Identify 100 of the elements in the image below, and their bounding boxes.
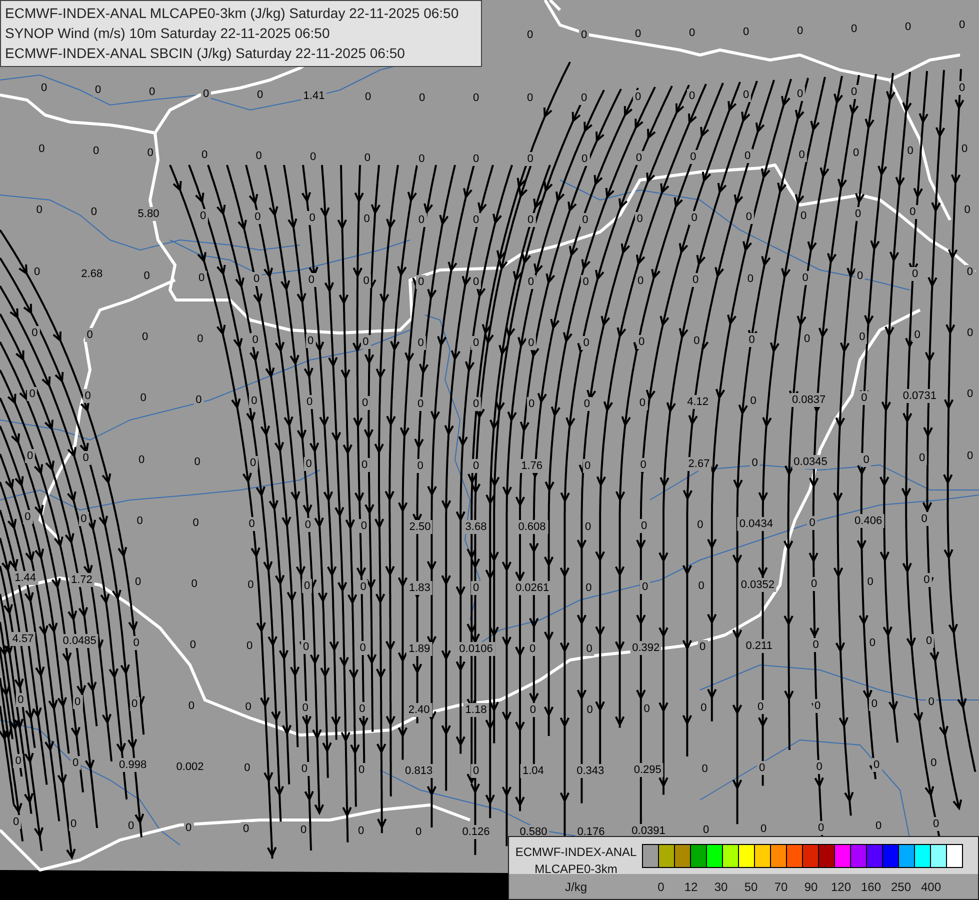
tick-label: 160 [860,880,882,894]
map-value-label: 0.0106 [457,642,495,656]
map-value-label: 1.89 [406,642,432,656]
map-value-label: 0 [416,274,426,289]
map-value-label: 0 [632,27,644,42]
tick-label: 70 [773,880,789,894]
map-value-label: 0 [808,576,820,591]
map-value-label: 0 [470,764,482,778]
map-value-label: 0 [692,334,702,348]
map-value-label: 0 [416,212,426,227]
map-value-label: 0 [526,213,536,227]
map-value-label: 0 [82,389,93,404]
map-value-label: 0 [305,334,316,348]
map-value-label: 0 [300,701,310,716]
map-value-label: 0 [910,267,920,282]
map-value-label: 0 [470,581,482,595]
map-value-label: 0 [13,754,24,768]
map-value-label: 0 [742,149,753,164]
map-value-label: 2.67 [686,457,712,472]
map-value-label: 0 [930,817,942,832]
map-value-label: 0 [859,391,870,406]
map-value-label: 0.0731 [900,389,939,404]
map-value-label: 0.0261 [513,581,552,595]
map-value-label: 0 [689,211,700,226]
map-value-label: 0 [131,636,142,650]
map-value-label: 0 [756,761,768,776]
map-value-label: 0 [578,90,590,105]
map-value-label: 0 [744,210,754,224]
map-value-label: 0 [72,695,83,710]
map-value-label: 0 [528,703,538,717]
map-value-label: 0 [638,458,648,472]
map-value-label: 0 [853,207,864,222]
map-value-label: 0 [924,634,934,648]
map-value-label: 0 [198,208,208,223]
tick-label: 50 [743,880,759,894]
map-value-label: 0 [78,512,89,526]
legend-text: ECMWF-INDEX-ANAL MLCAPE0-3km (J/kg) Saturday 22-11-2025 06:50 [5,4,460,23]
map-value-label: 0 [869,697,880,712]
map-value-label: 0 [814,760,824,774]
map-value-label: 0 [922,573,932,588]
map-value-label: 2.40 [406,702,432,717]
map-value-label: 0 [358,519,369,534]
map-value-label: 0 [10,815,22,829]
map-value-label: 4.12 [685,395,710,410]
map-value-label: 1.72 [68,573,94,588]
map-value-label: 0 [916,451,928,466]
map-value-label: 0 [92,83,104,98]
map-value-label: 0 [470,397,482,411]
map-value-label: 0 [584,642,594,656]
map-value-label: 0 [908,205,918,220]
map-value-label: 3.68 [463,520,489,534]
map-value-label: 0 [636,335,647,350]
tick-label: 120 [830,880,852,894]
map-value-label: 5.80 [136,207,162,222]
map-value-label: 0 [528,642,538,656]
map-value-label: 0 [807,516,818,530]
map-value-label: 0 [361,274,372,288]
map-value-label: 0 [634,151,644,166]
map-value-label: 0 [642,702,652,716]
map-value-label: 0 [306,273,316,288]
map-value-label: 0.392 [630,641,662,656]
map-value-label: 0 [470,336,482,350]
map-value-label: 0 [582,396,592,411]
map-value-label: 1.18 [463,703,489,717]
map-value-label: 0 [200,86,212,101]
map-value-label: 1.76 [519,459,544,473]
map-value-label: 4.57 [10,632,36,646]
map-value-label: 0 [796,148,807,162]
tick-label: 90 [803,880,819,894]
map-value-label: 0 [857,330,868,344]
map-value-label: 0 [470,275,482,289]
map-value-label: 0 [251,272,262,286]
map-value-label: 0 [80,451,91,466]
map-value-label: 0.998 [117,758,149,772]
map-value-label: 0 [416,336,426,350]
map-value-label: 0 [919,512,930,526]
map-value-label: 0 [871,758,882,772]
tick-label: 0 [656,880,666,894]
map-value-label: 0 [470,152,482,166]
legend-title: ECMWF-INDEX-ANAL [515,844,637,861]
map-value-label: 0 [526,336,536,350]
map-value-label: 0 [358,580,368,594]
map-value-label: 0 [358,641,368,656]
map-value-label: 0.406 [852,514,884,528]
map-value-label: 0 [302,579,312,594]
map-value-label: 2.50 [407,520,433,534]
map-value-label: 0.295 [632,763,664,778]
map-value-label: 0.126 [460,825,492,839]
map-value-label: 0 [637,396,648,410]
map-value-label: 0 [810,638,821,652]
map-value-label: 0 [639,519,650,534]
map-value-label: 0 [861,453,872,468]
legend-text: SYNOP Wind (m/s) 10m Saturday 22-11-2025 06:50 [5,24,331,43]
map-value-label: 0 [24,449,36,463]
map-value-label: 1.41 [301,89,327,104]
map-value-label: 0 [84,328,95,342]
map-value-label: 0 [359,458,370,472]
map-value-label: 0 [307,211,318,226]
tick-label: 250 [890,880,912,894]
unit-label: J/kg [564,880,588,894]
